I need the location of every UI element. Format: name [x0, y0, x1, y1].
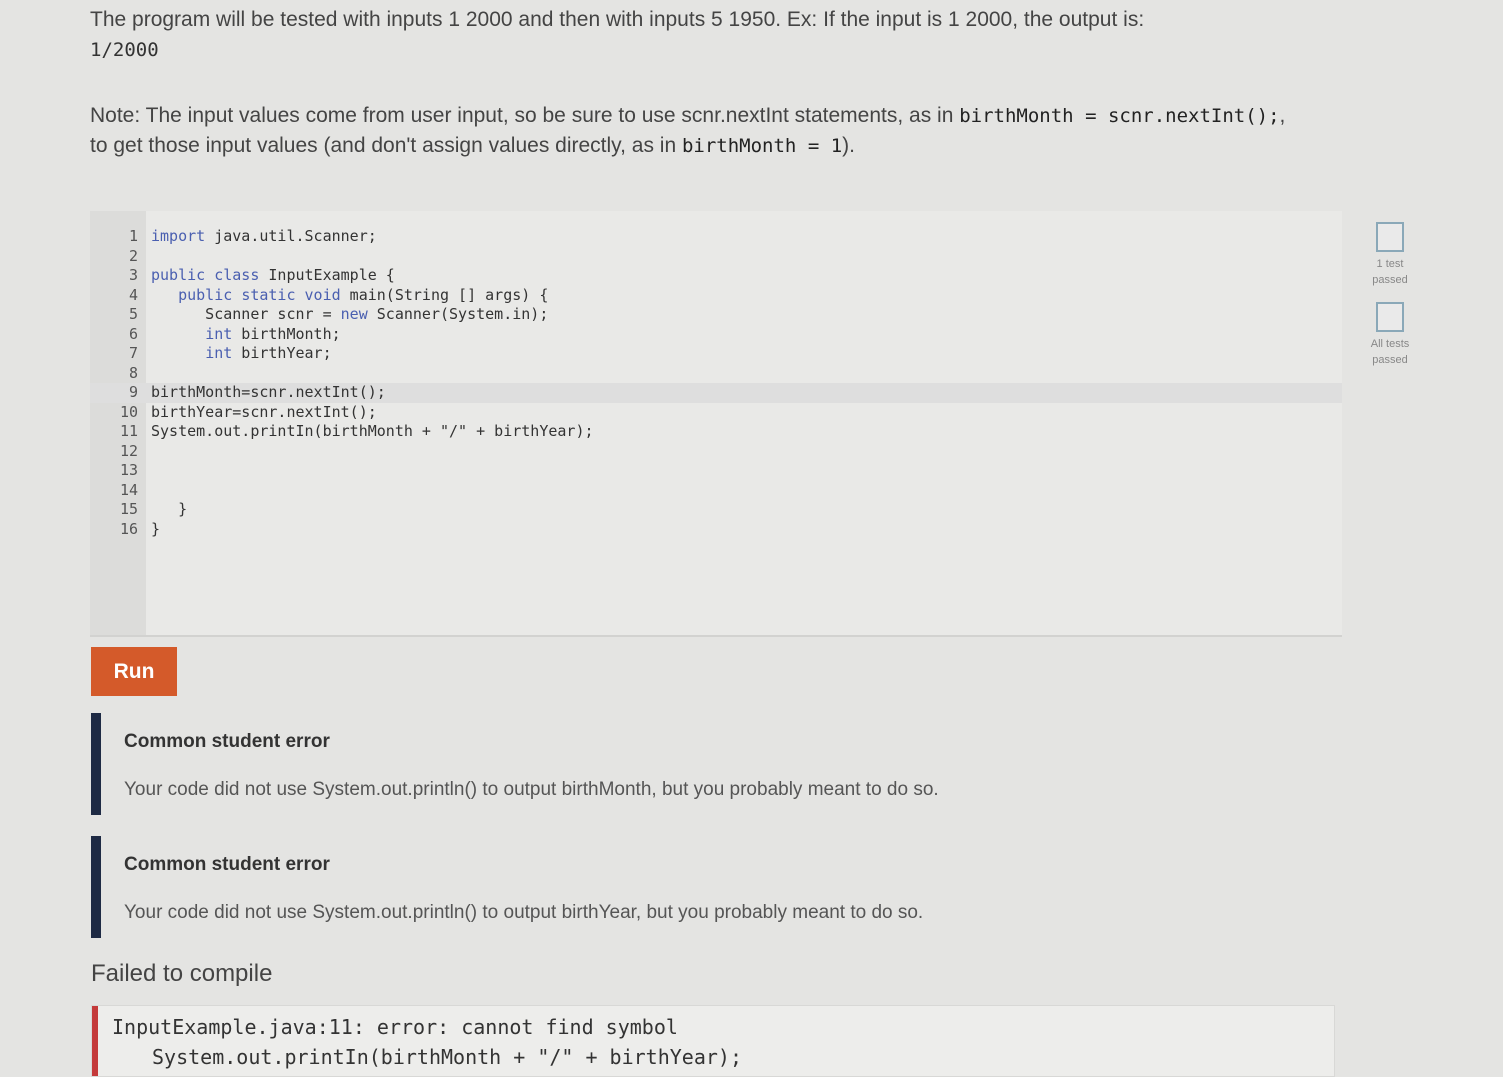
line-number: 3 [128, 266, 138, 284]
line-number: 8 [128, 363, 138, 382]
line-number: 7 [128, 344, 138, 362]
note-line2-prefix: to get those input values (and don't ass… [90, 134, 677, 157]
code-line[interactable]: 5 Scanner scnr = new Scanner(System.in); [90, 305, 1342, 325]
line-code[interactable]: int birthMonth; [151, 325, 340, 345]
line-number: 14 [119, 480, 138, 499]
test-status-one: 1 test passed [1362, 222, 1418, 288]
compile-error-bar [92, 1006, 98, 1076]
code-line[interactable]: 16} [90, 520, 1342, 540]
code-line[interactable]: 13 [90, 461, 1342, 481]
error-message-box: Common student error Your code did not u… [91, 713, 1331, 815]
line-number: 11 [119, 422, 138, 440]
code-line[interactable]: 4 public static void main(String [] args… [90, 286, 1342, 306]
error-message-box: Common student error Your code did not u… [91, 836, 1331, 938]
line-code[interactable]: birthYear=scnr.nextInt(); [151, 403, 377, 423]
line-code[interactable]: } [151, 520, 160, 540]
instructions-line: The program will be tested with inputs 1… [90, 8, 1145, 31]
note-code-example: birthMonth = scnr.nextInt(); [959, 105, 1280, 127]
status-checkbox-icon [1376, 302, 1404, 332]
line-number: 2 [128, 246, 138, 265]
example-output: 1/2000 [90, 39, 159, 61]
line-number: 4 [128, 285, 138, 304]
error-message: Your code did not use System.out.println… [124, 779, 939, 800]
line-number: 15 [119, 500, 138, 518]
note-suffix: ). [842, 134, 855, 157]
test-status-all: All tests passed [1362, 302, 1418, 368]
note-line-1: Note: The input values come from user in… [90, 101, 1285, 131]
line-number: 13 [119, 461, 138, 479]
line-code[interactable]: public class InputExample { [151, 266, 395, 286]
line-code[interactable]: birthMonth=scnr.nextInt(); [151, 383, 386, 403]
compile-error-line: InputExample.java:11: error: cannot find… [112, 1015, 678, 1039]
code-editor[interactable]: 1 import java.util.Scanner; 2 3 public class… [90, 211, 1342, 637]
status-label: All tests passed [1370, 338, 1410, 366]
code-line[interactable]: 3 public class InputExample { [90, 266, 1342, 286]
line-number: 16 [119, 519, 138, 538]
line-number: 9 [128, 383, 138, 401]
line-number: 5 [128, 305, 138, 323]
note-line-2: to get those input values (and don't ass… [90, 131, 855, 161]
code-line[interactable]: 7 int birthYear; [90, 344, 1342, 364]
error-message: Your code did not use System.out.println… [124, 902, 924, 923]
error-accent-bar [91, 713, 101, 815]
code-line[interactable]: 12 [90, 442, 1342, 462]
error-title: Common student error [124, 731, 330, 752]
status-label: 1 test passed [1372, 258, 1408, 286]
line-code[interactable]: System.out.printIn(birthMonth + "/" + bi… [151, 422, 594, 442]
code-line[interactable]: 11 System.out.printIn(birthMonth + "/" + … [90, 422, 1342, 442]
compile-error-source: System.out.printIn(birthMonth + "/" + bi… [152, 1045, 743, 1069]
code-line[interactable]: 9 birthMonth=scnr.nextInt(); [90, 383, 1342, 403]
line-number: 12 [119, 441, 138, 460]
error-title: Common student error [124, 854, 330, 875]
run-button[interactable]: Run [91, 647, 177, 696]
note-prefix: Note: The input values come from user in… [90, 104, 954, 127]
line-code[interactable]: Scanner scnr = new Scanner(System.in); [151, 305, 548, 325]
line-number: 10 [119, 402, 138, 421]
code-line[interactable]: 6 int birthMonth; [90, 325, 1342, 345]
compile-output: InputExample.java:11: error: cannot find… [91, 1005, 1335, 1077]
code-line[interactable]: 14 [90, 481, 1342, 501]
code-line[interactable]: 2 [90, 247, 1342, 267]
code-line[interactable]: 1 import java.util.Scanner; [90, 227, 1342, 247]
compile-status-title: Failed to compile [91, 960, 273, 987]
status-checkbox-icon [1376, 222, 1404, 252]
code-line[interactable]: 15 } [90, 500, 1342, 520]
code-line[interactable]: 8 [90, 364, 1342, 384]
line-code[interactable]: import java.util.Scanner; [151, 227, 377, 247]
line-number: 1 [128, 227, 138, 245]
note-comma: , [1279, 104, 1286, 127]
error-accent-bar [91, 836, 101, 938]
line-code[interactable]: } [151, 500, 187, 520]
note-code-assign: birthMonth = 1 [681, 135, 843, 157]
line-number: 6 [128, 324, 138, 343]
code-line[interactable]: 10 birthYear=scnr.nextInt(); [90, 403, 1342, 423]
line-code[interactable]: public static void main(String [] args) … [151, 286, 548, 306]
line-code[interactable]: int birthYear; [151, 344, 331, 364]
